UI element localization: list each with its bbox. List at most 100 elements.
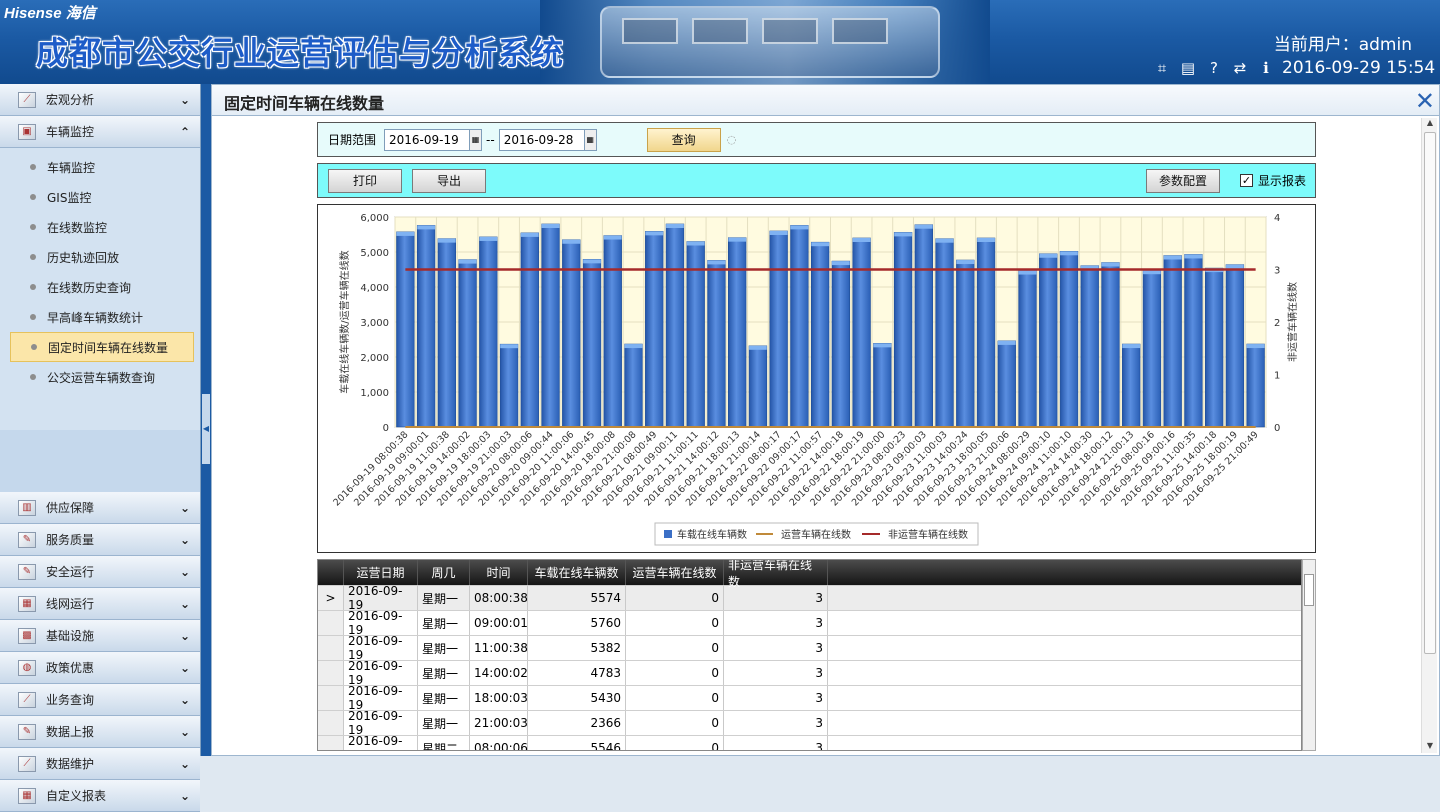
bar[interactable] bbox=[1101, 262, 1120, 428]
sidebar-section-policy[interactable]: ◍ 政策优惠 ⌄ bbox=[0, 652, 200, 684]
calendar-icon[interactable]: ▦ bbox=[584, 128, 597, 151]
sidebar-section-safety[interactable]: ✎ 安全运行 ⌄ bbox=[0, 556, 200, 588]
bar[interactable] bbox=[499, 343, 519, 428]
sidebar-section-vehicle-monitor[interactable]: ▣ 车辆监控 ⌃ bbox=[0, 116, 200, 148]
column-header[interactable]: 时间 bbox=[470, 560, 528, 585]
table-row[interactable]: 2016-09-19 星期一 11:00:38 5382 0 3 bbox=[318, 634, 1301, 662]
show-report-checkbox[interactable]: ✓ bbox=[1240, 174, 1253, 187]
crop-icon[interactable]: ⌗ bbox=[1152, 58, 1172, 78]
column-header[interactable]: 车载在线车辆数 bbox=[528, 560, 626, 585]
bar[interactable] bbox=[769, 230, 788, 428]
tip-icon[interactable]: ◌ bbox=[727, 133, 737, 146]
bar[interactable] bbox=[935, 238, 954, 428]
sidebar-item-operating-query[interactable]: 公交运营车辆数查询 bbox=[0, 362, 200, 392]
sidebar-section-macro[interactable]: ⟋ 宏观分析 ⌄ bbox=[0, 84, 200, 116]
bar[interactable] bbox=[458, 259, 477, 428]
row-selector[interactable]: > bbox=[318, 586, 344, 610]
bar[interactable] bbox=[479, 236, 498, 428]
bar[interactable] bbox=[416, 225, 436, 428]
bar[interactable] bbox=[665, 223, 685, 428]
bar[interactable] bbox=[1080, 265, 1099, 428]
sidebar-section-data-maintenance[interactable]: ⟋ 数据维护 ⌄ bbox=[0, 748, 200, 780]
bar[interactable] bbox=[582, 259, 602, 428]
bar[interactable] bbox=[914, 224, 933, 428]
column-header[interactable]: 非运营车辆在线数 bbox=[724, 560, 828, 589]
row-selector[interactable] bbox=[318, 711, 344, 735]
calendar-icon[interactable]: ▦ bbox=[470, 128, 483, 151]
print-button[interactable]: 打印 bbox=[328, 168, 402, 193]
scroll-down-icon[interactable]: ▼ bbox=[1422, 741, 1438, 753]
bar[interactable] bbox=[707, 260, 726, 428]
bar[interactable] bbox=[728, 237, 747, 428]
bar[interactable] bbox=[541, 223, 560, 428]
end-date-input[interactable] bbox=[498, 128, 585, 151]
bar[interactable] bbox=[852, 237, 871, 428]
window-icon[interactable]: ▤ bbox=[1178, 58, 1198, 78]
bar[interactable] bbox=[1142, 269, 1162, 428]
table-row[interactable]: 2016-09-19 星期一 14:00:02 4783 0 3 bbox=[318, 659, 1301, 687]
table-scrollbar[interactable] bbox=[1302, 559, 1316, 751]
bar[interactable] bbox=[997, 340, 1016, 428]
sidebar-section-supply[interactable]: ▥ 供应保障 ⌄ bbox=[0, 492, 200, 524]
bar[interactable] bbox=[1246, 343, 1265, 428]
bar[interactable] bbox=[1163, 255, 1182, 428]
bar[interactable] bbox=[1225, 264, 1245, 428]
row-selector[interactable] bbox=[318, 686, 344, 710]
sidebar-item-online-history[interactable]: 在线数历史查询 bbox=[0, 272, 200, 302]
bar[interactable] bbox=[645, 231, 664, 428]
bar[interactable] bbox=[976, 237, 996, 428]
sidebar-item-fixed-time-online[interactable]: 固定时间车辆在线数量 bbox=[10, 332, 194, 362]
table-row[interactable]: 2016-09-19 星期一 21:00:03 2366 0 3 bbox=[318, 709, 1301, 737]
table-scrollbar-thumb[interactable] bbox=[1304, 574, 1314, 606]
help-icon[interactable]: ? bbox=[1204, 58, 1224, 78]
bar[interactable] bbox=[603, 235, 622, 428]
collapse-arrow-icon[interactable]: ◀ bbox=[202, 394, 210, 464]
bar[interactable] bbox=[748, 345, 768, 428]
bar[interactable] bbox=[1039, 253, 1058, 428]
bar[interactable] bbox=[893, 232, 913, 428]
sidebar-item-peak-stats[interactable]: 早高峰车辆数统计 bbox=[0, 302, 200, 332]
query-button[interactable]: 查询 bbox=[646, 127, 721, 152]
swap-icon[interactable]: ⇄ bbox=[1230, 58, 1250, 78]
column-header[interactable]: 运营日期 bbox=[344, 560, 418, 585]
bar[interactable] bbox=[437, 238, 457, 428]
bar[interactable] bbox=[396, 231, 415, 428]
sidebar-section-network[interactable]: ▦ 线网运行 ⌄ bbox=[0, 588, 200, 620]
bar[interactable] bbox=[1018, 270, 1037, 428]
config-button[interactable]: 参数配置 bbox=[1146, 168, 1220, 193]
table-row[interactable]: 2016-09-20星期二08:00:06554603 bbox=[318, 734, 1301, 750]
sidebar-section-infrastructure[interactable]: ▩ 基础设施 ⌄ bbox=[0, 620, 200, 652]
sidebar-section-business-query[interactable]: ⟋ 业务查询 ⌄ bbox=[0, 684, 200, 716]
table-row[interactable]: >2016-09-19 星期一 08:00:38 5574 0 3 bbox=[318, 584, 1301, 612]
scroll-up-icon[interactable]: ▲ bbox=[1422, 118, 1438, 130]
bar[interactable] bbox=[790, 225, 809, 428]
bar[interactable] bbox=[562, 239, 581, 428]
sidebar-item-gis-monitor[interactable]: GIS监控 bbox=[0, 182, 200, 212]
sidebar-splitter[interactable]: ◀ bbox=[201, 84, 211, 756]
sidebar-item-track-playback[interactable]: 历史轨迹回放 bbox=[0, 242, 200, 272]
sidebar-item-online-monitor[interactable]: 在线数监控 bbox=[0, 212, 200, 242]
row-selector[interactable] bbox=[318, 661, 344, 685]
export-button[interactable]: 导出 bbox=[412, 168, 486, 193]
table-row[interactable]: 2016-09-19 星期一 18:00:03 5430 0 3 bbox=[318, 684, 1301, 712]
start-date-input[interactable] bbox=[384, 128, 471, 151]
sidebar-item-vehicle-monitor[interactable]: 车辆监控 bbox=[0, 152, 200, 182]
row-selector[interactable] bbox=[318, 736, 344, 750]
close-icon[interactable]: ✕ bbox=[1415, 87, 1435, 115]
bar[interactable] bbox=[1122, 343, 1141, 428]
sidebar-section-custom-report[interactable]: ▦ 自定义报表 ⌄ bbox=[0, 780, 200, 812]
bar[interactable] bbox=[1059, 250, 1079, 428]
column-header[interactable]: 运营车辆在线数 bbox=[626, 560, 724, 585]
bar[interactable] bbox=[873, 343, 892, 428]
bar[interactable] bbox=[1184, 254, 1203, 428]
bar[interactable] bbox=[1204, 267, 1224, 428]
sidebar-section-service[interactable]: ✎ 服务质量 ⌄ bbox=[0, 524, 200, 556]
row-selector[interactable] bbox=[318, 636, 344, 660]
bar[interactable] bbox=[831, 260, 851, 428]
sidebar-section-data-report[interactable]: ✎ 数据上报 ⌄ bbox=[0, 716, 200, 748]
bar[interactable] bbox=[956, 259, 975, 428]
page-scrollbar[interactable]: ▲ ▼ bbox=[1421, 118, 1437, 753]
table-row[interactable]: 2016-09-19 星期一 09:00:01 5760 0 3 bbox=[318, 609, 1301, 637]
column-header[interactable]: 周几 bbox=[418, 560, 470, 585]
bar[interactable] bbox=[624, 343, 643, 428]
